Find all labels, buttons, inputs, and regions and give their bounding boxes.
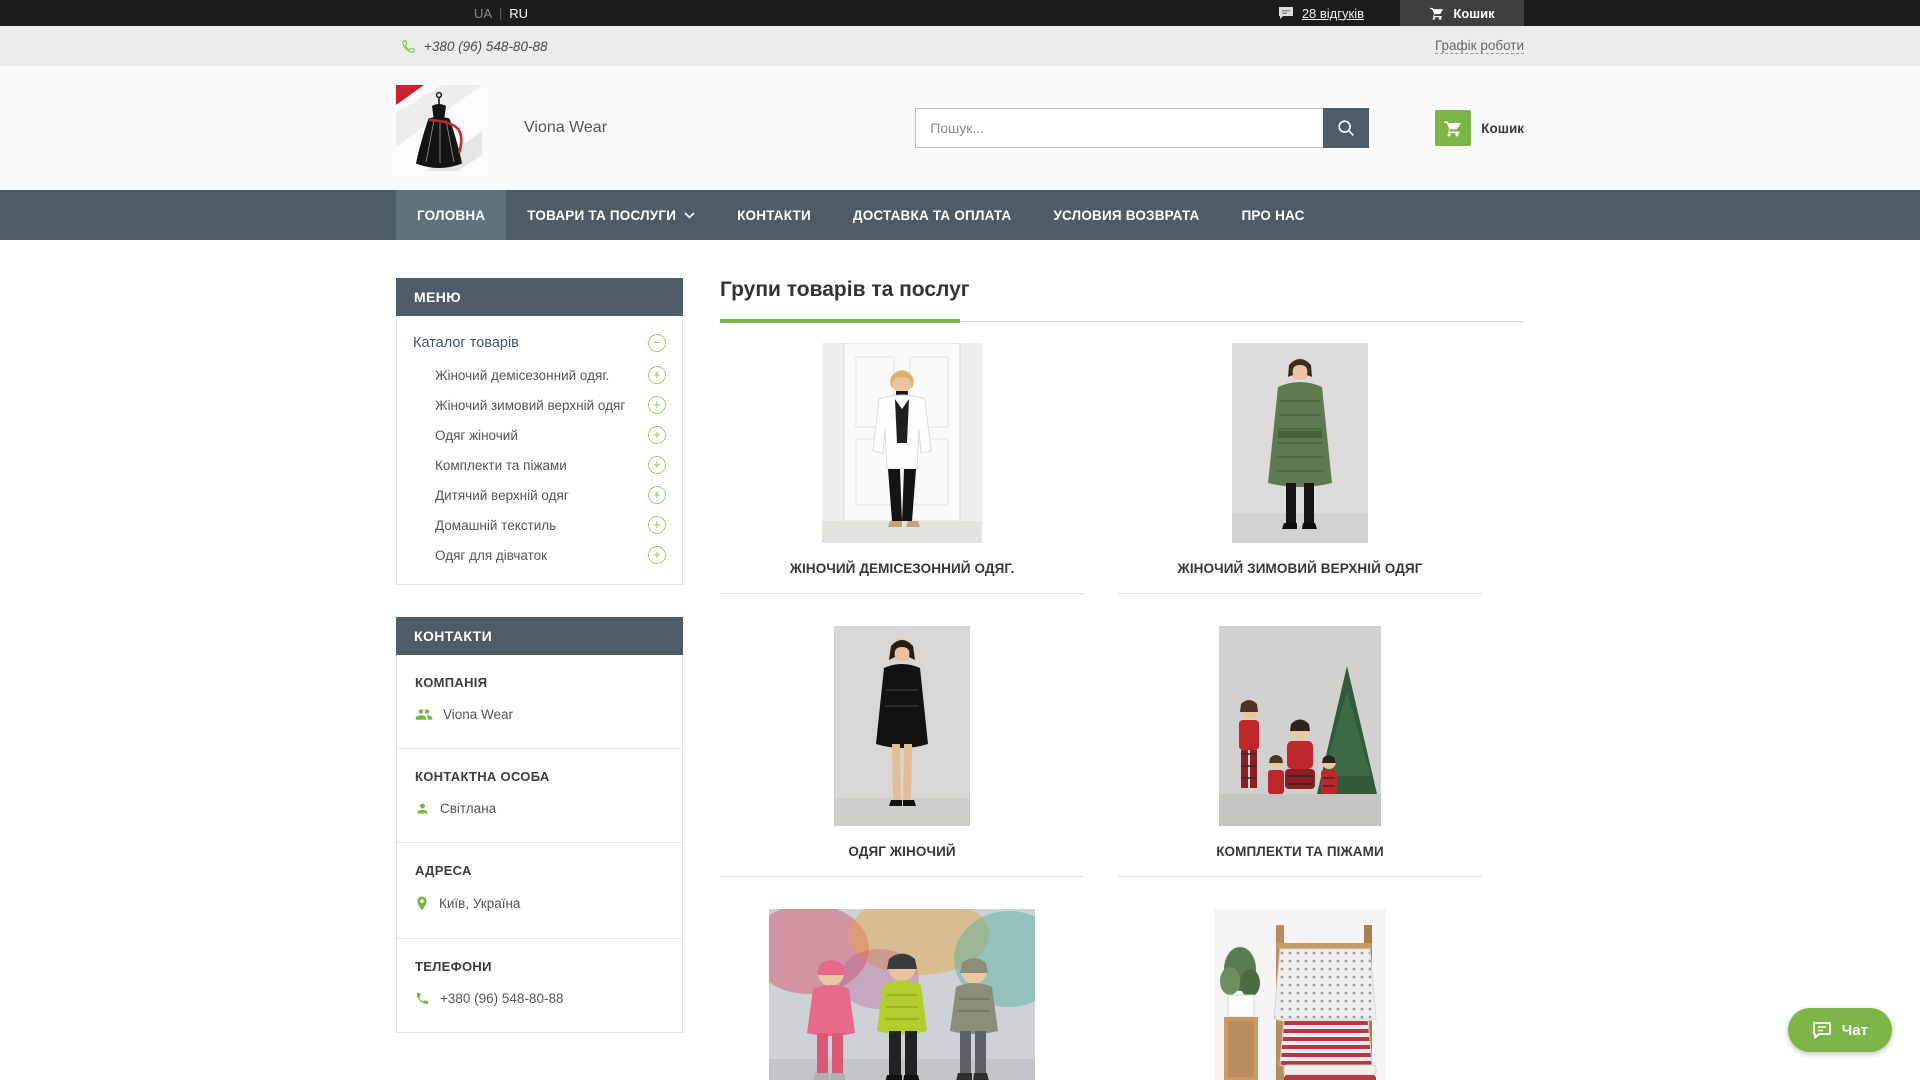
category-card: КОМПЛЕКТИ ТА ПІЖАМИ: [1118, 626, 1482, 877]
contact-heading: ТЕЛЕФОНИ: [415, 959, 492, 974]
schedule-link[interactable]: Графік роботи: [1434, 38, 1524, 54]
page-title: Групи товарів та послуг: [720, 278, 970, 301]
chat-button[interactable]: Чат: [1787, 1008, 1892, 1052]
search-button[interactable]: [1323, 108, 1370, 148]
category-label[interactable]: ЖІНОЧИЙ ЗИМОВИЙ ВЕРХНІЙ ОДЯГ: [1118, 561, 1482, 577]
menu-item-kids-outerwear[interactable]: Дитячий верхній одяг +: [397, 480, 682, 510]
expand-icon[interactable]: +: [648, 516, 666, 534]
collapse-icon[interactable]: −: [648, 334, 666, 352]
category-image-family-red-pajamas[interactable]: [1118, 626, 1482, 826]
category-image-home-textile-blankets[interactable]: [1118, 909, 1482, 1080]
nav-item-delivery[interactable]: ДОСТАВКА ТА ОПЛАТА: [832, 190, 1033, 240]
sidebar-menu-title: МЕНЮ: [396, 278, 683, 316]
lang-ua-link[interactable]: UA: [474, 6, 492, 21]
main-content: Групи товарів та послуг ЖІНОЧИЙ ДЕМІСЕЗО…: [720, 278, 1524, 1080]
expand-icon[interactable]: +: [648, 366, 666, 384]
nav-item-returns[interactable]: УСЛОВИЯ ВОЗВРАТА: [1032, 190, 1220, 240]
address-value: Київ, Україна: [439, 896, 521, 911]
category-card: ОДЯГ ЖІНОЧИЙ: [720, 626, 1084, 877]
reviews-link[interactable]: 28 відгуків: [1302, 6, 1364, 21]
expand-icon[interactable]: +: [648, 396, 666, 414]
phone-number[interactable]: +380 (96) 548-80-88: [424, 39, 547, 54]
lang-ru-link[interactable]: RU: [509, 6, 528, 21]
category-image-woman-white-jacket[interactable]: [720, 343, 1084, 543]
contact-heading: АДРЕСА: [415, 863, 472, 878]
sidebar: МЕНЮ Каталог товарів − Жіночий демісезон…: [396, 278, 683, 1080]
header-cart-button[interactable]: Кошик: [1435, 110, 1524, 146]
phone-icon: [401, 39, 416, 54]
nav-item-about[interactable]: ПРО НАС: [1221, 190, 1326, 240]
top-bar: UA | RU 28 відгуків Кошик: [0, 0, 1920, 26]
category-grid: ЖІНОЧИЙ ДЕМІСЕЗОННИЙ ОДЯГ. ЖІНОЧИЙ ЗИМОВ…: [720, 343, 1524, 1080]
category-card: ЖІНОЧИЙ ДЕМІСЕЗОННИЙ ОДЯГ.: [720, 343, 1084, 594]
contact-company: КОМПАНІЯ Viona Wear: [397, 655, 682, 749]
menu-item-sets-pajamas[interactable]: Комплекти та піжами +: [397, 450, 682, 480]
topbar-cart-label: Кошик: [1453, 5, 1495, 21]
phone-icon: [415, 991, 430, 1006]
search-input[interactable]: [915, 108, 1324, 148]
contact-phones: ТЕЛЕФОНИ +380 (96) 548-80-88: [397, 939, 682, 1032]
menu-item-demiseason[interactable]: Жіночий демісезонний одяг. +: [397, 360, 682, 390]
chat-button-label: Чат: [1841, 1021, 1868, 1039]
contact-person-value: Світлана: [440, 801, 497, 816]
lang-separator: |: [499, 6, 503, 20]
company-name[interactable]: Viona Wear: [524, 119, 607, 137]
topbar-cart-button[interactable]: Кошик: [1400, 0, 1524, 26]
company-logo[interactable]: [396, 85, 482, 171]
company-value: Viona Wear: [443, 707, 514, 722]
category-card: ЖІНОЧИЙ ЗИМОВИЙ ВЕРХНІЙ ОДЯГ: [1118, 343, 1482, 594]
category-image-woman-black-dress[interactable]: [720, 626, 1084, 826]
cart-icon: [1429, 6, 1445, 21]
nav-item-products[interactable]: ТОВАРИ ТА ПОСЛУГИ: [506, 190, 716, 240]
catalog-menu: Каталог товарів − Жіночий демісезонний о…: [396, 316, 683, 585]
nav-item-contacts[interactable]: КОНТАКТИ: [716, 190, 832, 240]
reviews: 28 відгуків: [1278, 6, 1364, 21]
menu-item-catalog[interactable]: Каталог товарів −: [397, 326, 682, 360]
expand-icon[interactable]: +: [648, 456, 666, 474]
expand-icon[interactable]: +: [648, 546, 666, 564]
page: UA | RU 28 відгуків Кошик +380 (96) 548-…: [0, 0, 1920, 1080]
phones-value[interactable]: +380 (96) 548-80-88: [440, 991, 563, 1006]
contacts-box: КОМПАНІЯ Viona Wear КОНТАКТНА ОСОБА Світ…: [396, 655, 683, 1033]
category-label[interactable]: КОМПЛЕКТИ ТА ПІЖАМИ: [1118, 844, 1482, 860]
category-image-kids-winter-jackets[interactable]: [720, 909, 1084, 1080]
main-navigation: ГОЛОВНА ТОВАРИ ТА ПОСЛУГИ КОНТАКТИ ДОСТА…: [0, 190, 1920, 240]
speech-bubble-icon: [1278, 6, 1294, 20]
search-bar: [915, 108, 1370, 148]
contact-heading: КОМПАНІЯ: [415, 675, 488, 690]
expand-icon[interactable]: +: [648, 426, 666, 444]
language-switcher: UA | RU: [474, 6, 528, 21]
title-underline: [720, 319, 1524, 323]
contact-address: АДРЕСА Київ, Україна: [397, 843, 682, 939]
contact-heading: КОНТАКТНА ОСОБА: [415, 769, 550, 784]
map-pin-icon: [415, 895, 429, 912]
contact-person: КОНТАКТНА ОСОБА Світлана: [397, 749, 682, 843]
menu-item-home-textile[interactable]: Домашній текстиль +: [397, 510, 682, 540]
menu-item-girls-clothing[interactable]: Одяг для дівчаток +: [397, 540, 682, 570]
cart-icon: [1443, 119, 1463, 138]
category-card: [720, 909, 1084, 1080]
chevron-down-icon: [684, 211, 695, 219]
people-icon: [415, 707, 433, 722]
category-card: [1118, 909, 1482, 1080]
menu-item-winter-outerwear[interactable]: Жіночий зимовий верхній одяг +: [397, 390, 682, 420]
header-phone: +380 (96) 548-80-88: [401, 39, 547, 54]
category-label[interactable]: ЖІНОЧИЙ ДЕМІСЕЗОННИЙ ОДЯГ.: [720, 561, 1084, 577]
site-header: Viona Wear Кошик: [0, 66, 1920, 190]
person-icon: [415, 801, 430, 816]
nav-item-home[interactable]: ГОЛОВНА: [396, 190, 507, 240]
search-icon: [1336, 118, 1356, 138]
sidebar-contacts-title: КОНТАКТИ: [396, 617, 683, 655]
expand-icon[interactable]: +: [648, 486, 666, 504]
menu-item-womens-clothing[interactable]: Одяг жіночий +: [397, 420, 682, 450]
category-label[interactable]: ОДЯГ ЖІНОЧИЙ: [720, 844, 1084, 860]
chat-bubble-icon: [1812, 1021, 1832, 1039]
info-bar: +380 (96) 548-80-88 Графік роботи: [0, 26, 1920, 66]
header-cart-label: Кошик: [1481, 120, 1524, 136]
category-image-woman-green-quilted-coat[interactable]: [1118, 343, 1482, 543]
